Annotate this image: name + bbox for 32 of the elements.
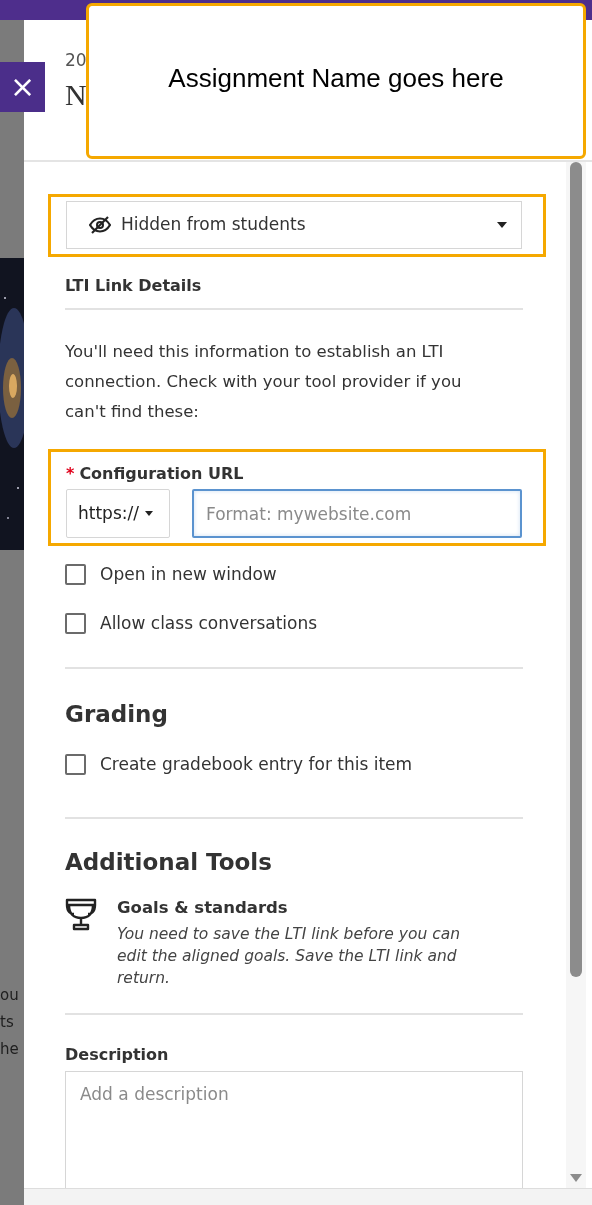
visibility-dropdown[interactable]: Hidden from students: [66, 201, 522, 249]
tool-note: You need to save the LTI link before you can edit the aligned goals. Save the LTI link and return.: [117, 924, 461, 990]
caret-icon: [497, 222, 507, 228]
section-heading: Grading: [65, 700, 169, 729]
checkbox-label[interactable]: Open in new window: [100, 562, 277, 588]
protocol-dropdown[interactable]: https://: [66, 489, 170, 538]
info-text: You'll need this information to establish an LTI connection. Check with your tool provider if you can't find these:: [65, 341, 463, 423]
scroll-down-arrow-icon[interactable]: [570, 1174, 582, 1182]
caret-icon: [144, 511, 153, 516]
section-heading: LTI Link Details: [65, 275, 203, 297]
tool-title[interactable]: Goals & standards: [117, 895, 462, 921]
field-label: Description: [65, 1044, 170, 1067]
callout-label: Assignment Name goes here: [86, 3, 586, 159]
checkbox[interactable]: [65, 612, 86, 634]
date-text: 20: [65, 50, 87, 70]
checkbox[interactable]: [65, 564, 86, 586]
checkbox[interactable]: [65, 753, 86, 775]
checkbox-label[interactable]: Allow class conversations: [100, 610, 318, 636]
background-text: ou: [0, 985, 20, 1006]
scrollbar[interactable]: [566, 162, 586, 1188]
hidden-eye-icon: [89, 216, 111, 234]
background-text: he: [0, 1039, 20, 1060]
section-heading: Additional Tools: [65, 848, 273, 877]
close-button[interactable]: ×: [0, 62, 45, 112]
field-label: Configuration URL: [79, 463, 244, 485]
description-field[interactable]: Add a description: [65, 1071, 523, 1188]
panel-title: N: [65, 77, 87, 113]
checkbox-label[interactable]: Create gradebook entry for this item: [100, 751, 413, 777]
background-text: ts: [0, 1012, 15, 1033]
url-input-field[interactable]: Format: mywebsite.com: [192, 489, 522, 538]
trophy-icon: [65, 897, 97, 931]
required-mark: *: [66, 463, 75, 485]
